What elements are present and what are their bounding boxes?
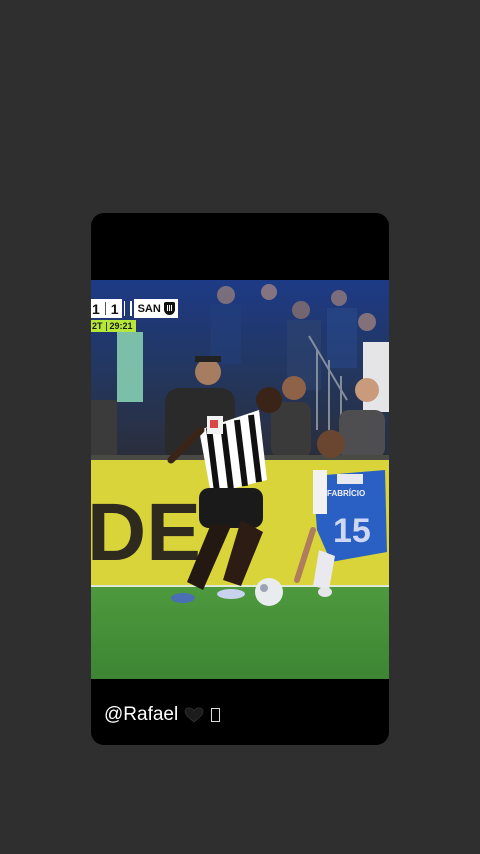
away-team-name: SAN <box>137 302 161 315</box>
username-mention[interactable]: @Rafael <box>104 704 178 726</box>
santos-crest-icon <box>163 302 175 315</box>
away-team-box: SAN <box>133 299 178 318</box>
shirt-name: FABRÍCIO <box>327 489 365 498</box>
ad-board-text: DE <box>91 487 201 578</box>
black-heart-icon <box>184 707 204 723</box>
match-time: 29:21 <box>109 321 133 331</box>
story-caption: @Rafael <box>104 704 221 726</box>
story-card[interactable]: DE FABRÍCIO 15 1 1 SAN 2T 29:21 @Rafael <box>91 213 389 745</box>
score-separator <box>122 299 134 318</box>
scorebug: 1 1 SAN 2T 29:21 <box>91 299 191 333</box>
score-box: 1 1 <box>91 299 122 318</box>
spectator-teal <box>117 332 143 402</box>
match-footage: DE FABRÍCIO 15 <box>91 280 389 679</box>
score-divider <box>104 302 106 315</box>
match-period: 2T <box>92 321 103 331</box>
video-frame[interactable]: DE FABRÍCIO 15 1 1 SAN 2T 29:21 <box>91 280 389 679</box>
missing-glyph-icon <box>211 708 221 722</box>
ball <box>255 578 283 606</box>
score-row: 1 1 SAN <box>91 299 178 318</box>
clock-divider <box>105 321 107 331</box>
shirt-number: 15 <box>333 512 371 550</box>
pitch <box>91 585 389 679</box>
story-screen: { "story": { "video": { "scorebug": { "h… <box>0 0 480 854</box>
match-clock: 2T 29:21 <box>91 320 136 332</box>
home-score: 1 <box>92 300 100 317</box>
away-score: 1 <box>110 300 119 317</box>
